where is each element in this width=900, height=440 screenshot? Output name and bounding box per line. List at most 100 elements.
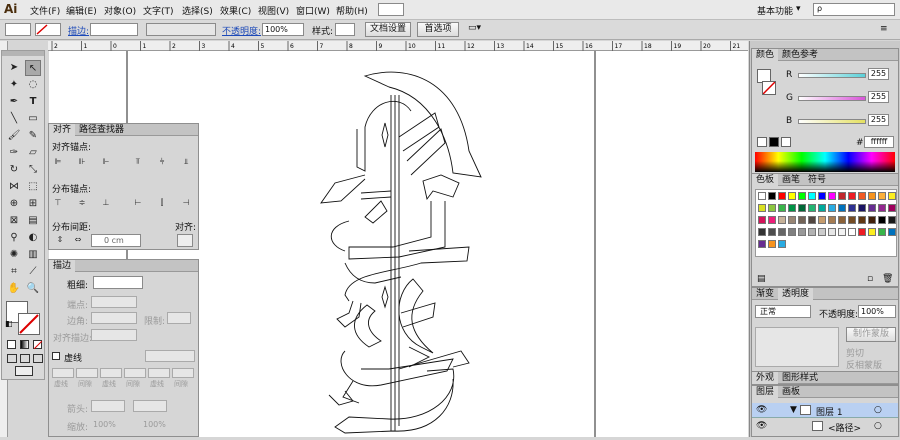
swatch-library-icon[interactable]: ▤: [757, 274, 766, 284]
color-swatch[interactable]: [818, 204, 826, 212]
tab-pathfinder[interactable]: 路径查找器: [75, 124, 128, 136]
menu-window[interactable]: 窗口(W): [296, 4, 330, 17]
screen-mode-icon[interactable]: [15, 366, 33, 376]
color-swatch[interactable]: [848, 216, 856, 224]
visibility-eye-icon[interactable]: 👁: [756, 421, 767, 431]
color-swatch[interactable]: [758, 216, 766, 224]
color-swatch[interactable]: [778, 228, 786, 236]
color-swatch[interactable]: [878, 204, 886, 212]
color-swatch[interactable]: [848, 228, 856, 236]
color-swatch[interactable]: [878, 228, 886, 236]
distribute-vcenter-icon[interactable]: ≑: [77, 198, 87, 208]
tab-graphic-styles[interactable]: 图形样式: [778, 372, 822, 384]
color-swatch[interactable]: [758, 240, 766, 248]
default-colors-icon[interactable]: ◧: [5, 319, 13, 328]
color-swatch[interactable]: [888, 216, 896, 224]
color-mode-icon[interactable]: [7, 340, 16, 349]
sublayer-row[interactable]: 👁 <路径> ○: [752, 419, 898, 434]
align-left-icon[interactable]: ⊫: [53, 157, 63, 167]
distribute-hcenter-icon[interactable]: ⫿: [157, 198, 167, 208]
color-swatch[interactable]: [858, 204, 866, 212]
scale-end-input[interactable]: 100%: [143, 420, 166, 429]
color-swatch[interactable]: [838, 228, 846, 236]
blend-tool-icon[interactable]: ◐: [25, 230, 41, 246]
cap-buttons[interactable]: [91, 296, 137, 308]
symbol-sprayer-tool-icon[interactable]: ✺: [6, 247, 22, 263]
color-swatch[interactable]: [798, 216, 806, 224]
tab-symbols[interactable]: 符号: [804, 174, 830, 186]
tab-stroke[interactable]: 描边: [49, 260, 76, 272]
end-arrow-select[interactable]: [133, 400, 167, 412]
gradient-mode-icon[interactable]: [20, 340, 29, 349]
hand-tool-icon[interactable]: ✋: [6, 281, 22, 297]
distribute-bottom-icon[interactable]: ⊥: [101, 198, 111, 208]
color-swatch[interactable]: [838, 216, 846, 224]
tab-appearance[interactable]: 外观: [752, 372, 779, 384]
color-swatch[interactable]: [758, 228, 766, 236]
black-swatch[interactable]: [769, 137, 779, 147]
color-swatch[interactable]: [838, 204, 846, 212]
color-swatch[interactable]: [888, 204, 896, 212]
chevron-down-icon[interactable]: ▾: [796, 4, 801, 14]
target-circle-icon[interactable]: ○: [874, 421, 882, 431]
menu-edit[interactable]: 编辑(E): [66, 4, 97, 17]
color-swatch[interactable]: [808, 192, 816, 200]
hex-input[interactable]: ffffff: [864, 136, 894, 148]
stroke-color-box[interactable]: [18, 313, 40, 335]
color-swatch[interactable]: [848, 192, 856, 200]
expand-triangle-icon[interactable]: ▼: [790, 405, 797, 415]
tab-color[interactable]: 颜色: [752, 49, 779, 61]
rotate-tool-icon[interactable]: ↻: [6, 162, 22, 178]
color-swatch[interactable]: [868, 216, 876, 224]
color-swatch[interactable]: [848, 204, 856, 212]
color-swatch[interactable]: [768, 240, 776, 248]
dash-field[interactable]: [100, 368, 122, 378]
distribute-right-icon[interactable]: ⊣: [181, 198, 191, 208]
spacing-input[interactable]: 0 cm: [91, 234, 141, 247]
artboard-tool-icon[interactable]: ⌗: [6, 264, 22, 280]
transparency-opacity-input[interactable]: 100%: [858, 305, 896, 318]
weight-input[interactable]: [93, 276, 143, 289]
b-input[interactable]: 255: [868, 114, 889, 126]
color-swatch[interactable]: [788, 204, 796, 212]
r-slider[interactable]: [798, 73, 866, 78]
tab-align[interactable]: 对齐: [49, 124, 76, 136]
dash-field[interactable]: [52, 368, 74, 378]
color-swatch[interactable]: [778, 240, 786, 248]
draw-inside-icon[interactable]: [33, 354, 43, 363]
color-swatch[interactable]: [858, 192, 866, 200]
color-swatch[interactable]: [768, 192, 776, 200]
eraser-tool-icon[interactable]: ▱: [25, 145, 41, 161]
path-name[interactable]: <路径>: [828, 421, 861, 434]
zoom-tool-icon[interactable]: 🔍: [25, 281, 41, 297]
color-swatch[interactable]: [788, 192, 796, 200]
color-swatch[interactable]: [828, 216, 836, 224]
align-top-icon[interactable]: ⫪: [133, 157, 143, 167]
color-swatch[interactable]: [778, 192, 786, 200]
align-vcenter-icon[interactable]: ⫩: [157, 157, 167, 167]
menu-object[interactable]: 对象(O): [104, 4, 136, 17]
color-swatch[interactable]: [828, 228, 836, 236]
g-input[interactable]: 255: [868, 91, 889, 103]
type-tool-icon[interactable]: T: [25, 94, 41, 110]
align-hcenter-icon[interactable]: ⊪: [77, 157, 87, 167]
opacity-input[interactable]: 100%: [262, 23, 304, 36]
corner-buttons[interactable]: [91, 312, 137, 324]
mesh-tool-icon[interactable]: ⊠: [6, 213, 22, 229]
color-swatch[interactable]: [808, 204, 816, 212]
gradient-tool-icon[interactable]: ▤: [25, 213, 41, 229]
color-swatch[interactable]: [758, 204, 766, 212]
color-swatch[interactable]: [768, 216, 776, 224]
color-swatch[interactable]: [798, 192, 806, 200]
tab-layers[interactable]: 图层: [752, 386, 779, 398]
menu-effect[interactable]: 效果(C): [220, 4, 251, 17]
menu-file[interactable]: 文件(F): [30, 4, 60, 17]
line-tool-icon[interactable]: ╲: [6, 111, 22, 127]
color-swatch[interactable]: [788, 228, 796, 236]
align-bottom-icon[interactable]: ⫫: [181, 157, 191, 167]
selection-tool-icon[interactable]: ➤: [6, 60, 22, 76]
align-to-select[interactable]: [177, 234, 193, 247]
tab-color-guide[interactable]: 颜色参考: [778, 49, 822, 61]
distribute-left-icon[interactable]: ⊢: [133, 198, 143, 208]
color-swatch[interactable]: [828, 204, 836, 212]
